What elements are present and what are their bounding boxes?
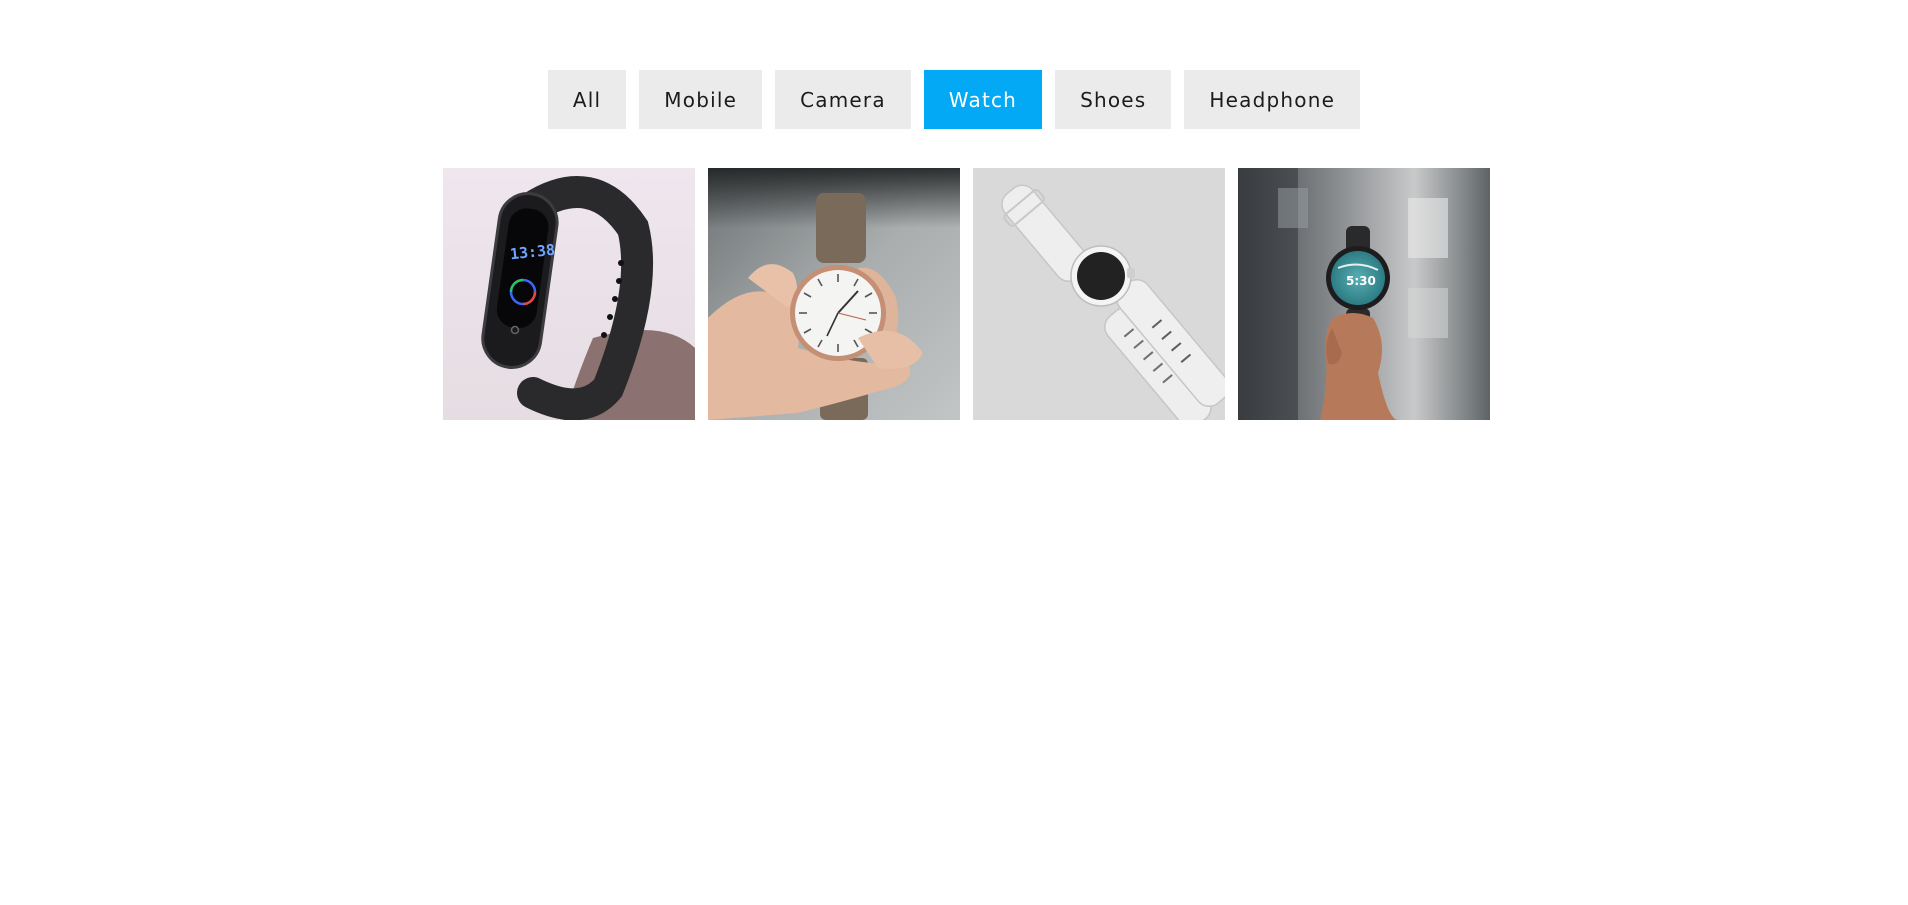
filter-shoes-button[interactable]: Shoes: [1055, 70, 1172, 129]
filter-watch-button[interactable]: Watch: [923, 70, 1043, 129]
smartwatch-screen-time: 5:30: [1346, 274, 1376, 288]
product-gallery: 13:38 5:30: [443, 168, 1490, 420]
filter-camera-button[interactable]: Camera: [775, 70, 911, 129]
round-smartwatch-image[interactable]: 5:30: [1238, 168, 1490, 420]
fitness-band-watch-image[interactable]: 13:38: [443, 168, 695, 420]
category-filter-bar: All Mobile Camera Watch Shoes Headphone: [0, 70, 1908, 129]
page: All Mobile Camera Watch Shoes Headphone: [0, 0, 1908, 905]
filter-mobile-button[interactable]: Mobile: [639, 70, 763, 129]
analog-wristwatch-image[interactable]: [708, 168, 960, 420]
filter-headphone-button[interactable]: Headphone: [1184, 70, 1361, 129]
white-smartwatch-image[interactable]: [973, 168, 1225, 420]
filter-all-button[interactable]: All: [547, 70, 627, 129]
